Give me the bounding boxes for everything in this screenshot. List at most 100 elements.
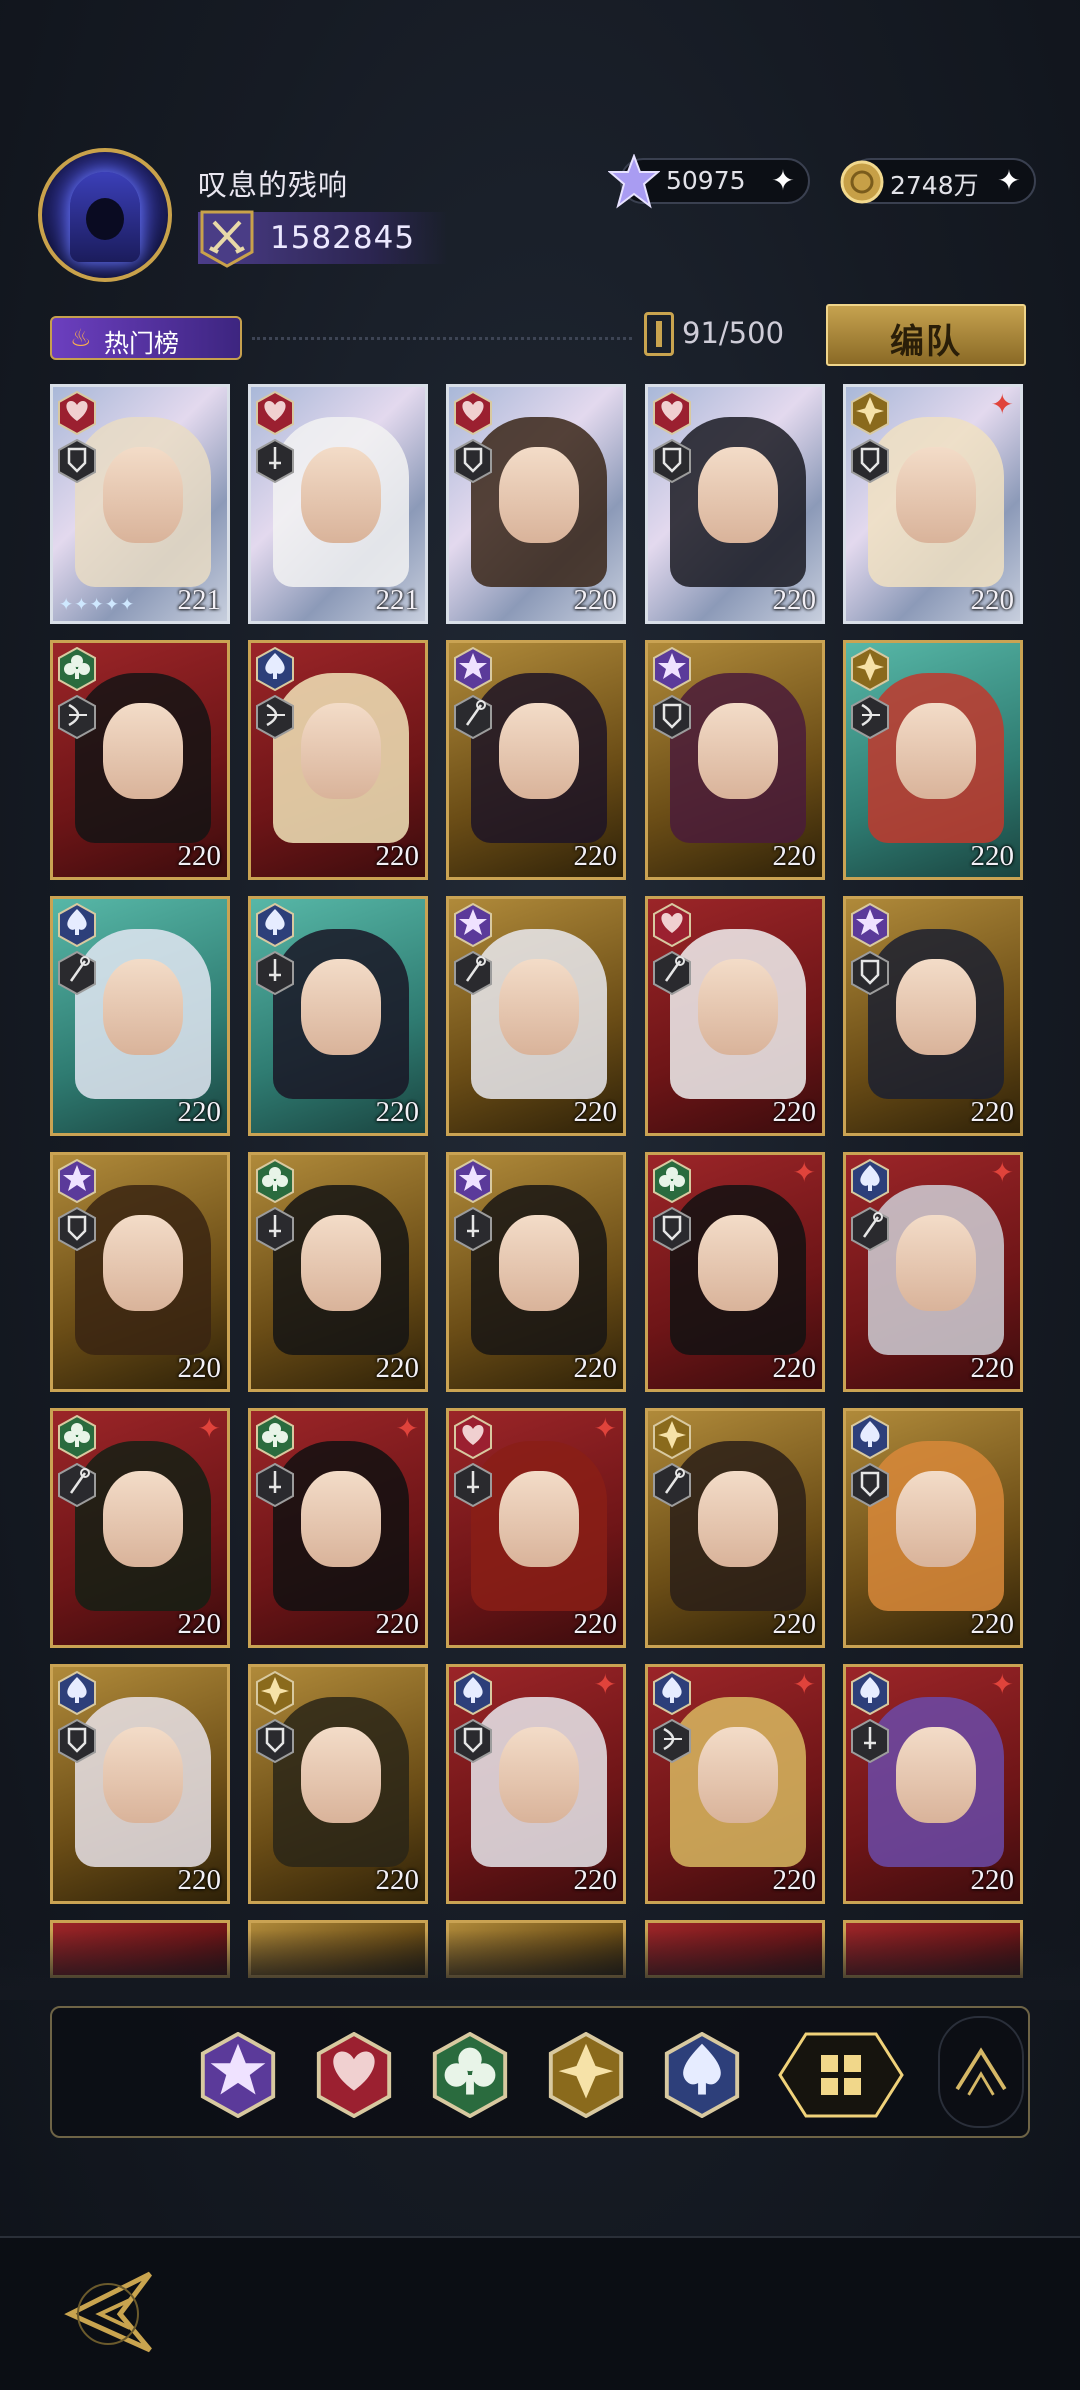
sword-icon [255,950,295,996]
portrait-face [698,447,778,543]
spade-icon [850,1670,890,1716]
hero-card[interactable]: ✦✦✦✦✦ 221 [50,384,230,624]
bottom-bar [0,2236,1080,2390]
add-crystal-button[interactable]: ✦ [768,166,798,196]
portrait-face [896,703,976,799]
star-icon [198,2031,278,2119]
star-icon [453,646,493,692]
hero-card[interactable]: 220 [645,896,825,1136]
club-icon [57,1414,97,1460]
portrait-face [103,1215,183,1311]
diamond-icon [850,390,890,436]
hero-card[interactable]: ✦ 220 [645,1152,825,1392]
portrait-face [103,447,183,543]
portrait-face [103,959,183,1055]
spade-icon [652,1670,692,1716]
heart-icon [255,390,295,436]
card-level: 220 [970,1608,1015,1640]
card-level: 220 [375,840,420,872]
card-level: 220 [772,584,817,616]
collapse-button[interactable] [938,2016,1024,2128]
back-arrow-icon[interactable] [50,2260,160,2360]
heart-icon [453,1414,493,1460]
spade-icon [255,902,295,948]
bow-icon [652,1718,692,1764]
shield-icon [453,438,493,484]
spade-icon [57,902,97,948]
hot-ranking-tab[interactable]: ♨ 热门榜 [50,316,242,360]
shield-icon [850,950,890,996]
hero-card[interactable]: 220 [843,1408,1023,1648]
rank-star-icon: ✦ [990,1156,1014,1189]
hero-card[interactable]: 220 [645,640,825,880]
portrait-face [499,447,579,543]
card-level: 220 [573,840,618,872]
hero-card[interactable]: 220 [50,1152,230,1392]
hero-card[interactable]: 220 [645,384,825,624]
crystal-icon [608,154,660,209]
portrait-face [896,1215,976,1311]
hero-card[interactable]: ✦ 220 [248,1408,428,1648]
rank-star-icon: ✦ [395,1412,419,1445]
hero-card[interactable]: 220 [50,640,230,880]
hero-card[interactable]: 220 [843,896,1023,1136]
hero-card[interactable]: 220 [446,384,626,624]
filter-club-button[interactable] [430,2031,510,2119]
heart-icon [652,390,692,436]
hero-card[interactable]: 220 [248,1152,428,1392]
portrait-face [301,1471,381,1567]
shield-icon [57,1718,97,1764]
grid-fade [0,1930,1080,2000]
gold-counter: 2748万 ✦ [840,158,1036,204]
hero-card[interactable]: 220 [50,1664,230,1904]
star-icon [453,902,493,948]
hero-card[interactable]: ✦ 220 [843,1664,1023,1904]
card-level: 220 [772,1096,817,1128]
formation-button[interactable]: 编队 [826,304,1026,366]
rank-star-icon: ✦ [990,1668,1014,1701]
shield-icon [850,438,890,484]
hero-card[interactable]: 220 [446,896,626,1136]
filter-star-button[interactable] [198,2031,278,2119]
hero-card[interactable]: 220 [50,896,230,1136]
portrait-face [103,1727,183,1823]
hero-card[interactable]: ✦ 220 [50,1408,230,1648]
staff-icon [850,1206,890,1252]
hero-card[interactable]: ✦ 220 [446,1408,626,1648]
shield-icon [453,1718,493,1764]
shield-icon [255,1718,295,1764]
portrait-face [301,447,381,543]
portrait-face [698,959,778,1055]
card-level: 221 [177,584,222,616]
hero-card[interactable]: 220 [645,1408,825,1648]
hero-card[interactable]: 220 [248,640,428,880]
hero-card[interactable]: ✦ 220 [843,384,1023,624]
spade-icon [662,2031,742,2119]
shield-icon [57,1206,97,1252]
hero-card[interactable]: 220 [843,640,1023,880]
spade-icon [850,1158,890,1204]
hero-card[interactable]: ✦ 220 [645,1664,825,1904]
add-gold-button[interactable]: ✦ [994,166,1024,196]
shield-icon [652,694,692,740]
hero-card[interactable]: 220 [248,896,428,1136]
filter-diamond-button[interactable] [546,2031,626,2119]
club-icon [430,2031,510,2119]
player-avatar[interactable] [38,148,172,282]
gold-value: 2748万 [890,171,979,200]
filter-spade-button[interactable] [662,2031,742,2119]
hero-card[interactable]: 221 [248,384,428,624]
staff-icon [453,950,493,996]
filter-all-button[interactable] [776,2030,906,2120]
card-level: 220 [177,1352,222,1384]
hero-card[interactable]: ✦ 220 [446,1664,626,1904]
formation-label: 编队 [890,322,962,362]
hero-card[interactable]: ✦ 220 [843,1152,1023,1392]
card-count-icon [644,312,674,356]
spade-icon [255,646,295,692]
portrait-face [896,447,976,543]
hero-card[interactable]: 220 [446,640,626,880]
hero-card[interactable]: 220 [248,1664,428,1904]
filter-heart-button[interactable] [314,2031,394,2119]
hero-card[interactable]: 220 [446,1152,626,1392]
